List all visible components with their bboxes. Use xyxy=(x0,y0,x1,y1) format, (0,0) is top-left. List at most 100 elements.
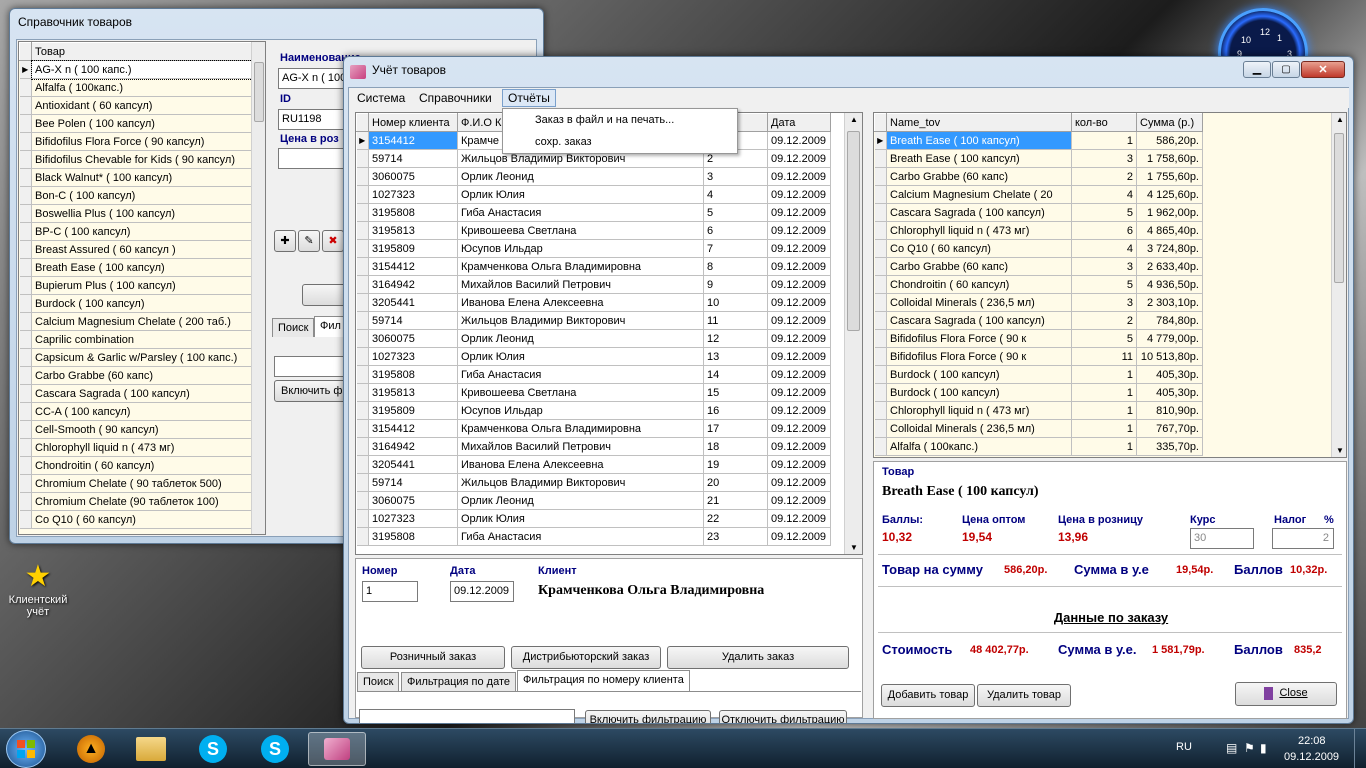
table-row[interactable]: Calcium Magnesium Chelate ( 20 4 4 125,60р… xyxy=(874,185,1203,204)
catalog-item-name[interactable]: Bifidofilus Flora Force ( 90 капсул) xyxy=(31,132,252,151)
order-client-number[interactable]: 3195809 xyxy=(368,239,458,258)
catalog-item-name[interactable]: Bupierum Plus ( 100 капсул) xyxy=(31,276,252,295)
table-row[interactable]: 3205441 Иванова Елена Алексеевна 19 09.12.2… xyxy=(356,455,831,474)
table-row[interactable]: 3195809 Юсупов Ильдар 16 09.12.2009 xyxy=(356,401,831,420)
order-client-number[interactable]: 3154412 xyxy=(368,419,458,438)
item-sum[interactable]: 767,70р. xyxy=(1136,419,1203,438)
table-row[interactable]: 59714 Жильцов Владимир Викторович 20 09.12.… xyxy=(356,473,831,492)
order-date[interactable]: 09.12.2009 xyxy=(767,383,831,402)
catalog-item-name[interactable]: Chondroitin ( 60 капсул) xyxy=(31,456,252,475)
scroll-down-icon[interactable]: ▼ xyxy=(850,543,858,552)
order-client-number[interactable]: 3195813 xyxy=(368,383,458,402)
menu-system[interactable]: Система xyxy=(357,91,405,105)
order-client-name[interactable]: Юсупов Ильдар xyxy=(457,239,704,258)
order-date[interactable]: 09.12.2009 xyxy=(767,473,831,492)
item-name[interactable]: Colloidal Minerals ( 236,5 мл) xyxy=(886,419,1072,438)
item-qty[interactable]: 11 xyxy=(1071,347,1137,366)
order-number[interactable]: 15 xyxy=(703,383,768,402)
language-indicator[interactable]: RU xyxy=(1176,741,1192,753)
catalog-item-name[interactable]: Chromium Chelate (90 таблеток 100) xyxy=(31,492,252,511)
item-name[interactable]: Co Q10 ( 60 капсул) xyxy=(886,239,1072,258)
item-qty[interactable]: 4 xyxy=(1071,185,1137,204)
item-sum[interactable]: 2 303,10р. xyxy=(1136,293,1203,312)
list-item[interactable]: Bee Polen ( 100 капсул) xyxy=(19,114,252,133)
item-sum[interactable]: 1 755,60р. xyxy=(1136,167,1203,186)
catalog-tab-search[interactable]: Поиск xyxy=(272,318,315,337)
explorer-icon[interactable] xyxy=(122,732,180,766)
item-qty[interactable]: 3 xyxy=(1071,293,1137,312)
order-client-name[interactable]: Жильцов Владимир Викторович xyxy=(457,473,704,492)
order-client-name[interactable]: Юсупов Ильдар xyxy=(457,401,704,420)
item-qty[interactable]: 3 xyxy=(1071,149,1137,168)
catalog-column-header[interactable]: Товар xyxy=(31,42,252,61)
order-number[interactable]: 16 xyxy=(703,401,768,420)
delete-item-button[interactable]: Удалить товар xyxy=(977,684,1071,707)
item-name[interactable]: Chlorophyll liquid n ( 473 мг) xyxy=(886,401,1072,420)
list-item[interactable]: Bifidofilus Flora Force ( 90 капсул) xyxy=(19,132,252,151)
table-row[interactable]: Chondroitin ( 60 капсул) 5 4 936,50р. xyxy=(874,275,1203,294)
order-number[interactable]: 4 xyxy=(703,185,768,204)
list-item[interactable]: Bifidofilus Chevable for Kids ( 90 капсу… xyxy=(19,150,252,169)
order-number[interactable]: 3 xyxy=(703,167,768,186)
order-client-number[interactable]: 3164942 xyxy=(368,437,458,456)
item-qty[interactable]: 3 xyxy=(1071,257,1137,276)
item-qty[interactable]: 2 xyxy=(1071,167,1137,186)
order-date[interactable]: 09.12.2009 xyxy=(767,239,831,258)
catalog-item-name[interactable]: Boswellia Plus ( 100 капсул) xyxy=(31,204,252,223)
table-row[interactable]: 3164942 Михайлов Василий Петрович 9 09.12.2… xyxy=(356,275,831,294)
order-date[interactable]: 09.12.2009 xyxy=(767,509,831,528)
order-date[interactable]: 09.12.2009 xyxy=(767,329,831,348)
item-name[interactable]: Colloidal Minerals ( 236,5 мл) xyxy=(886,293,1072,312)
list-item[interactable]: Breath Ease ( 100 капсул) xyxy=(19,258,252,277)
catalog-item-name[interactable]: Cell-Smooth ( 90 капсул) xyxy=(31,420,252,439)
table-row[interactable]: 3154412 Крамченкова Ольга Владимировна 8 09… xyxy=(356,257,831,276)
table-row[interactable]: 3060075 Орлик Леонид 3 09.12.2009 xyxy=(356,167,831,186)
order-client-number[interactable]: 3205441 xyxy=(368,293,458,312)
close-button[interactable]: Close xyxy=(1235,682,1337,706)
item-qty[interactable]: 1 xyxy=(1071,365,1137,384)
item-qty[interactable]: 1 xyxy=(1071,383,1137,402)
menu-item-order-to-file[interactable]: Заказ в файл и на печать... xyxy=(503,109,737,131)
catalog-grid[interactable]: Товар ▶ AG-X n ( 100 капс.) Alfalfa ( 100к… xyxy=(18,41,266,535)
catalog-item-name[interactable]: Bon-C ( 100 капсул) xyxy=(31,186,252,205)
list-item[interactable]: Boswellia Plus ( 100 капсул) xyxy=(19,204,252,223)
disable-filter-button[interactable]: Отключить фильтрацию xyxy=(719,710,847,723)
item-sum[interactable]: 810,90р. xyxy=(1136,401,1203,420)
order-client-name[interactable]: Иванова Елена Алексеевна xyxy=(457,293,704,312)
table-row[interactable]: 1027323 Орлик Юлия 4 09.12.2009 xyxy=(356,185,831,204)
order-date[interactable]: 09.12.2009 xyxy=(767,311,831,330)
table-row[interactable]: 3205441 Иванова Елена Алексеевна 10 09.12.2… xyxy=(356,293,831,312)
items-scroll-up-icon[interactable]: ▲ xyxy=(1336,115,1344,124)
enable-filter-button[interactable]: Включить фильтрацию xyxy=(585,710,711,723)
item-name[interactable]: Breath Ease ( 100 капсул) xyxy=(886,131,1072,150)
order-client-number[interactable]: 59714 xyxy=(368,311,458,330)
catalog-item-name[interactable]: Bee Polen ( 100 капсул) xyxy=(31,114,252,133)
item-qty[interactable]: 1 xyxy=(1071,419,1137,438)
item-sum[interactable]: 335,70р. xyxy=(1136,437,1203,456)
item-sum[interactable]: 4 865,40р. xyxy=(1136,221,1203,240)
order-date[interactable]: 09.12.2009 xyxy=(767,365,831,384)
table-row[interactable]: Cascara Sagrada ( 100 капсул) 5 1 962,00р. xyxy=(874,203,1203,222)
list-item[interactable]: Caprilic combination xyxy=(19,330,252,349)
list-item[interactable]: Chromium Chelate ( 90 таблеток 500) xyxy=(19,474,252,493)
catalog-item-name[interactable]: Chromium Chelate ( 90 таблеток 500) xyxy=(31,474,252,493)
item-qty[interactable]: 6 xyxy=(1071,221,1137,240)
order-client-name[interactable]: Крамченкова Ольга Владимировна xyxy=(457,257,704,276)
menu-reports[interactable]: Отчёты xyxy=(502,89,556,107)
table-row[interactable]: 3195813 Кривошеева Светлана 6 09.12.2009 xyxy=(356,221,831,240)
order-client-name[interactable]: Михайлов Василий Петрович xyxy=(457,275,704,294)
tab-filter-client-number[interactable]: Фильтрация по номеру клиента xyxy=(517,670,690,691)
list-item[interactable]: Capsicum & Garlic w/Parsley ( 100 капс.) xyxy=(19,348,252,367)
order-client-number[interactable]: 59714 xyxy=(368,473,458,492)
catalog-item-name[interactable]: Breast Assured ( 60 капсул ) xyxy=(31,240,252,259)
table-row[interactable]: 3164942 Михайлов Василий Петрович 18 09.12.… xyxy=(356,437,831,456)
order-date[interactable]: 09.12.2009 xyxy=(767,347,831,366)
table-row[interactable]: 3195808 Гиба Анастасия 23 09.12.2009 xyxy=(356,527,831,546)
item-sum[interactable]: 405,30р. xyxy=(1136,383,1203,402)
order-client-name[interactable]: Михайлов Василий Петрович xyxy=(457,437,704,456)
table-row[interactable]: Colloidal Minerals ( 236,5 мл) 3 2 303,10р… xyxy=(874,293,1203,312)
list-item[interactable]: Chlorophyll liquid n ( 473 мг) xyxy=(19,438,252,457)
order-date[interactable]: 09.12.2009 xyxy=(767,131,831,150)
table-row[interactable]: Burdock ( 100 капсул) 1 405,30р. xyxy=(874,383,1203,402)
item-sum[interactable]: 586,20р. xyxy=(1136,131,1203,150)
